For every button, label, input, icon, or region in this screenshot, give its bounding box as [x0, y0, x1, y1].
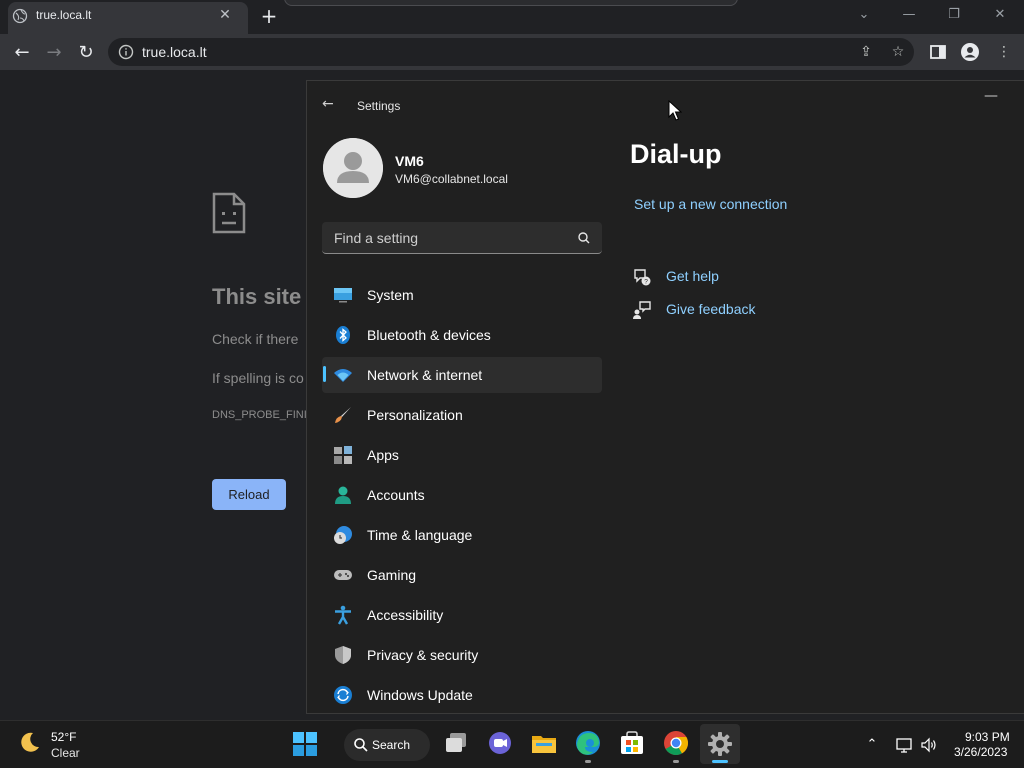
feedback-icon: [633, 301, 651, 319]
error-title: This site: [212, 284, 302, 309]
nav-label-gaming: Gaming: [367, 567, 417, 583]
give-feedback-link[interactable]: Give feedback: [666, 301, 756, 317]
get-help-link[interactable]: Get help: [666, 268, 719, 284]
address-url: true.loca.lt: [142, 44, 207, 60]
shield-icon: [335, 646, 351, 664]
running-indicator: [585, 760, 591, 763]
edge-browser-icon[interactable]: [575, 730, 601, 756]
search-icon[interactable]: [576, 230, 592, 246]
teams-chat-icon[interactable]: [487, 730, 513, 756]
gamepad-icon: [334, 570, 352, 580]
new-tab-plus-icon[interactable]: +: [258, 6, 280, 28]
nav-item-apps[interactable]: [322, 437, 602, 473]
volume-icon[interactable]: [920, 736, 938, 754]
wifi-icon: [334, 369, 352, 382]
file-explorer-icon[interactable]: [531, 730, 557, 756]
gear-icon: [708, 732, 732, 756]
search-placeholder: Find a setting: [334, 230, 419, 246]
nav-item-system[interactable]: [322, 277, 602, 313]
forward-arrow-icon[interactable]: →: [41, 40, 67, 66]
user-name: VM6: [395, 153, 424, 169]
restore-icon[interactable]: ❐: [940, 4, 968, 26]
nav-label-apps: Apps: [367, 447, 399, 463]
share-icon[interactable]: ⇪: [856, 42, 876, 62]
taskbar-search-label: Search: [372, 738, 411, 752]
close-window-icon[interactable]: ✕: [986, 4, 1014, 26]
svg-text:?: ?: [644, 279, 648, 286]
chrome-icon[interactable]: [663, 730, 689, 756]
reload-icon[interactable]: ↻: [73, 40, 99, 66]
sad-page-icon: [212, 192, 246, 234]
running-indicator: [673, 760, 679, 763]
person-icon: [323, 138, 383, 198]
globe-clock-icon: [334, 526, 352, 544]
user-email: VM6@collabnet.local: [395, 172, 508, 186]
nav-label-personalization: Personalization: [367, 407, 463, 423]
clock-time[interactable]: 9:03 PM: [965, 730, 1010, 744]
moon-icon[interactable]: [18, 730, 42, 754]
side-panel-icon[interactable]: [928, 42, 948, 62]
task-view-icon[interactable]: [443, 730, 469, 756]
nav-label-windows-update: Windows Update: [367, 687, 473, 703]
nav-item-accessibility[interactable]: [322, 597, 602, 633]
minimize-icon[interactable]: —: [984, 89, 1000, 103]
search-icon: [354, 738, 368, 752]
network-icon[interactable]: [895, 736, 913, 754]
clock-date[interactable]: 3/26/2023: [954, 745, 1007, 759]
error-suggestion-2: If spelling is co: [212, 370, 304, 386]
info-icon[interactable]: [118, 44, 134, 60]
update-icon: [334, 686, 352, 704]
accessibility-icon: [335, 605, 351, 625]
minimize-icon[interactable]: —: [895, 4, 923, 26]
selected-indicator: [323, 366, 326, 382]
brush-icon: [335, 407, 351, 423]
help-icon: ?: [634, 269, 651, 286]
tab-close-icon[interactable]: ✕: [216, 6, 234, 24]
windows-start-icon[interactable]: [292, 731, 318, 757]
address-bar[interactable]: [108, 38, 914, 66]
reload-button[interactable]: Reload: [212, 479, 286, 510]
error-code: DNS_PROBE_FINIS: [212, 409, 315, 421]
system-icon: [334, 288, 352, 303]
mouse-cursor-icon: [668, 100, 682, 121]
nav-item-accounts[interactable]: [322, 477, 602, 513]
chevron-up-icon[interactable]: ⌃: [863, 736, 881, 754]
weather-temperature: 52°F: [51, 730, 77, 744]
menu-dots-icon[interactable]: ⋮: [994, 42, 1014, 62]
nav-label-system: System: [367, 287, 414, 303]
setup-connection-link[interactable]: Set up a new connection: [634, 196, 787, 212]
page-title: Dial-up: [630, 139, 722, 169]
back-arrow-icon[interactable]: ←: [9, 40, 35, 66]
globe-icon: [12, 8, 28, 24]
settings-window-title: Settings: [357, 99, 401, 113]
nav-label-bluetooth: Bluetooth & devices: [367, 327, 491, 343]
chevron-down-icon[interactable]: ⌄: [850, 4, 878, 26]
avatar[interactable]: [323, 138, 383, 198]
tab-search-bar[interactable]: [284, 0, 738, 6]
person-icon: [335, 486, 351, 504]
weather-condition: Clear: [51, 746, 80, 760]
tab-title: true.loca.lt: [36, 8, 92, 22]
nav-label-accessibility: Accessibility: [367, 607, 444, 623]
bluetooth-icon: [336, 326, 350, 344]
back-arrow-icon[interactable]: ←: [322, 96, 340, 114]
nav-item-gaming[interactable]: [322, 557, 602, 593]
nav-label-network: Network & internet: [367, 367, 483, 383]
apps-icon: [334, 446, 352, 464]
error-suggestion-1: Check if there: [212, 331, 299, 347]
star-icon[interactable]: ☆: [888, 42, 908, 62]
nav-label-privacy: Privacy & security: [367, 647, 479, 663]
microsoft-store-icon[interactable]: [619, 730, 645, 756]
profile-icon[interactable]: [960, 42, 980, 62]
nav-label-time-language: Time & language: [367, 527, 473, 543]
nav-label-accounts: Accounts: [367, 487, 425, 503]
active-app-indicator: [712, 760, 728, 763]
